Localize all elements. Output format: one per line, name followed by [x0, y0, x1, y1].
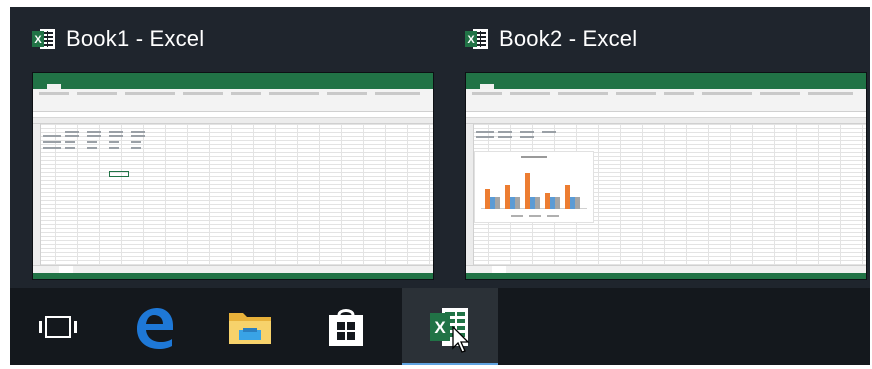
excel-taskbar-button[interactable]: X: [402, 288, 498, 365]
chart-bar: [495, 197, 500, 209]
edge-button[interactable]: [106, 288, 202, 365]
store-button[interactable]: [298, 288, 394, 365]
book1-window-thumbnail: [32, 72, 434, 280]
chart-thumbnail: [474, 151, 594, 223]
active-indicator: [402, 363, 498, 365]
excel-icon: X: [32, 29, 55, 49]
preview-title-bar: X Book1 - Excel: [32, 23, 204, 55]
svg-text:X: X: [467, 34, 475, 46]
taskbar-thumbnail-popup: X Book1 - Excel X Book2 - Excel X: [10, 7, 870, 365]
preview-title-bar: X Book2 - Excel: [465, 23, 637, 55]
task-view-button[interactable]: [10, 288, 106, 365]
preview-book2[interactable]: X Book2 - Excel: [465, 23, 867, 280]
svg-text:X: X: [434, 318, 446, 337]
chart-bar: [515, 197, 520, 209]
chart-bar: [535, 197, 540, 209]
preview-title: Book2 - Excel: [499, 26, 638, 51]
svg-text:X: X: [34, 34, 42, 46]
chart-bar: [555, 197, 560, 209]
edge-icon: [137, 307, 173, 349]
mouse-cursor-icon: [452, 326, 470, 353]
excel-icon: X: [465, 29, 488, 49]
chart-bar: [575, 197, 580, 209]
preview-title: Book1 - Excel: [66, 26, 205, 51]
folder-icon: [229, 312, 271, 344]
preview-strip: X Book1 - Excel X Book2 - Excel: [10, 7, 870, 288]
preview-book1[interactable]: X Book1 - Excel: [32, 23, 434, 280]
store-bag-icon: [329, 308, 363, 346]
task-view-icon: [39, 315, 77, 338]
file-explorer-button[interactable]: [202, 288, 298, 365]
book2-window-thumbnail: [465, 72, 867, 280]
taskbar: X: [10, 288, 870, 365]
